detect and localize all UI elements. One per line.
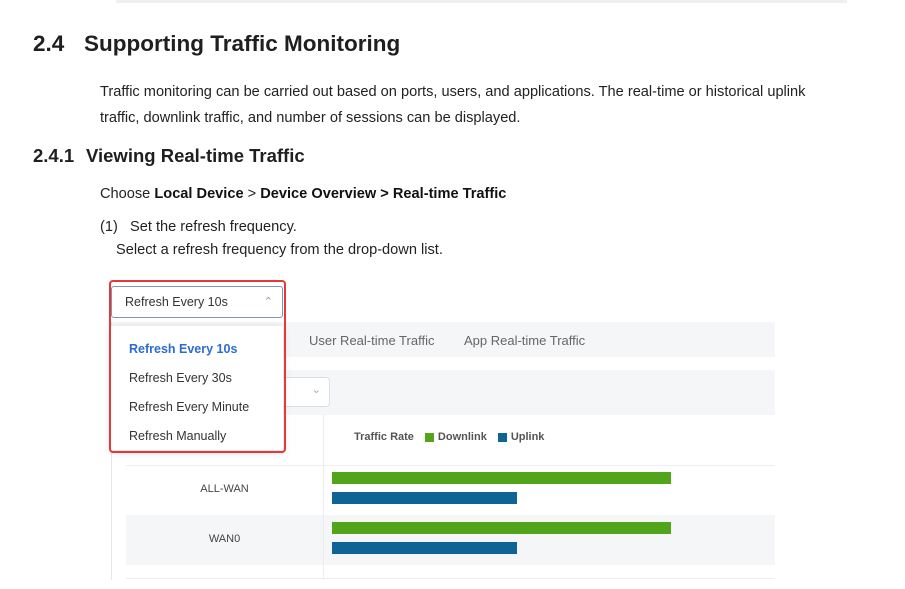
choose-prefix: Choose bbox=[100, 186, 155, 202]
tab-app-real-time-traffic[interactable]: App Real-time Traffic bbox=[464, 333, 585, 348]
path-separator: > bbox=[243, 186, 261, 202]
uplink-bar bbox=[332, 542, 517, 554]
option-refresh-every-10s[interactable]: Refresh Every 10s bbox=[129, 342, 237, 356]
path-local-device: Local Device bbox=[154, 186, 244, 202]
chart-legend: Traffic Rate Downlink Uplink bbox=[354, 431, 544, 443]
legend-uplink-label: Uplink bbox=[510, 431, 545, 443]
refresh-frequency-select[interactable]: Refresh Every 10s ⌃ bbox=[111, 286, 283, 318]
legend-uplink: Uplink bbox=[497, 431, 545, 443]
option-refresh-manually[interactable]: Refresh Manually bbox=[129, 429, 226, 443]
refresh-frequency-value: Refresh Every 10s bbox=[125, 295, 228, 309]
refresh-frequency-menu: Refresh Every 10s Refresh Every 30s Refr… bbox=[111, 326, 283, 450]
tab-user-real-time-traffic[interactable]: User Real-time Traffic bbox=[309, 333, 434, 348]
downlink-swatch bbox=[424, 432, 434, 442]
subsection-title: Viewing Real-time Traffic bbox=[86, 145, 305, 166]
section-paragraph: Traffic monitoring can be carried out ba… bbox=[100, 84, 806, 126]
subsection-number: 2.4.1 bbox=[33, 145, 75, 166]
chevron-up-icon: ⌃ bbox=[263, 296, 273, 308]
downlink-bar bbox=[332, 522, 671, 534]
traffic-row-wan0: WAN0 bbox=[126, 515, 775, 565]
traffic-row-all-wan: ALL-WAN bbox=[126, 465, 775, 515]
step-number: (1) bbox=[100, 219, 118, 235]
section-title: Supporting Traffic Monitoring bbox=[84, 31, 401, 56]
navigation-path: Choose Local Device > Device Overview > … bbox=[100, 186, 506, 202]
step-detail: Select a refresh frequency from the drop… bbox=[116, 242, 443, 258]
option-refresh-every-minute[interactable]: Refresh Every Minute bbox=[129, 400, 249, 414]
section-heading: 2.4 Supporting Traffic Monitoring bbox=[33, 31, 400, 57]
downlink-bar bbox=[332, 472, 671, 484]
row-label: ALL-WAN bbox=[200, 483, 249, 495]
uplink-bar bbox=[332, 492, 517, 504]
legend-downlink-label: Downlink bbox=[437, 431, 487, 443]
uplink-swatch bbox=[497, 432, 507, 442]
step-item: (1) Set the refresh frequency. bbox=[100, 219, 297, 235]
top-divider bbox=[116, 0, 847, 3]
subsection-heading: 2.4.1 Viewing Real-time Traffic bbox=[33, 145, 305, 167]
path-device-overview: Device Overview > Real-time Traffic bbox=[260, 186, 507, 202]
step-text: Set the refresh frequency. bbox=[130, 219, 297, 235]
table-bottom-rule bbox=[126, 578, 775, 579]
chevron-down-icon: ⌄ bbox=[311, 384, 321, 396]
legend-title: Traffic Rate bbox=[354, 431, 414, 443]
option-refresh-every-30s[interactable]: Refresh Every 30s bbox=[129, 371, 232, 385]
row-label: WAN0 bbox=[208, 533, 241, 545]
legend-downlink: Downlink bbox=[424, 431, 487, 443]
section-number: 2.4 bbox=[33, 31, 65, 56]
column-divider bbox=[323, 415, 324, 580]
